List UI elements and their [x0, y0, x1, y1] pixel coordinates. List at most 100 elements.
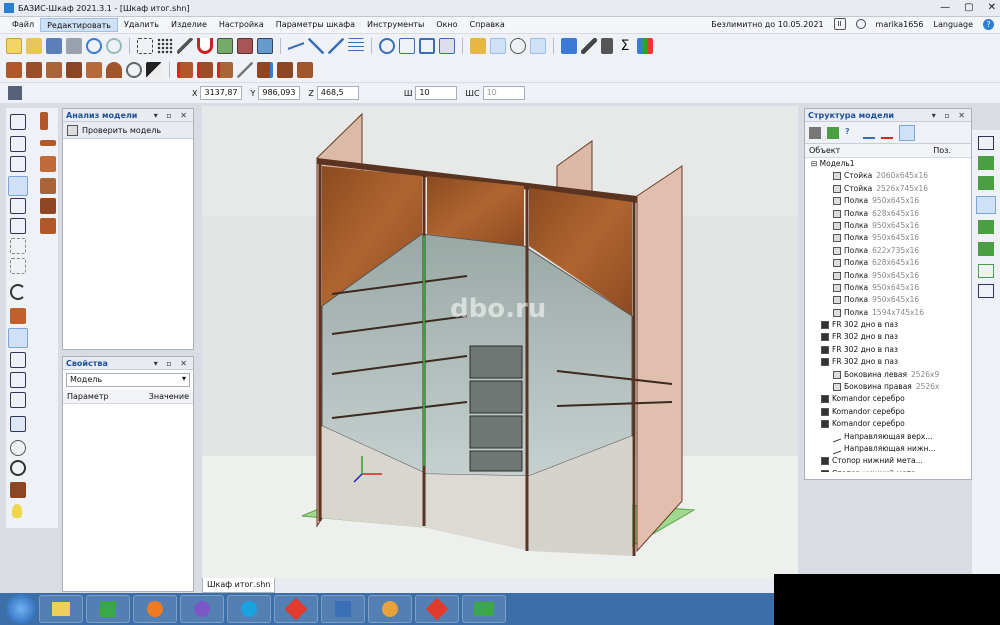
save-icon[interactable] [46, 38, 62, 54]
menu-tools[interactable]: Инструменты [361, 18, 430, 32]
grid-icon[interactable] [157, 38, 173, 54]
tree-item[interactable]: FR 302 дно в паз [811, 344, 971, 356]
tree-item[interactable]: Направляющая нижн... [811, 443, 971, 455]
view-front-icon[interactable] [10, 114, 26, 130]
check-icon[interactable] [10, 460, 26, 476]
redo-icon[interactable] [106, 38, 122, 54]
tree-item[interactable]: Полка 628x645x16 [811, 257, 971, 269]
view-left-icon[interactable] [10, 156, 26, 172]
z-coordinate-input[interactable]: 468,5 [316, 86, 359, 100]
render-wire-icon[interactable] [10, 352, 26, 368]
cube-red-icon[interactable] [237, 38, 253, 54]
right-tool-icon[interactable] [976, 196, 996, 214]
view-persp-icon[interactable] [10, 258, 26, 274]
cut-panel-icon[interactable] [177, 62, 193, 78]
tree-item[interactable]: Полка 950x645x16 [811, 220, 971, 232]
groove-icon[interactable] [197, 62, 213, 78]
help-icon[interactable]: ? [983, 18, 994, 30]
tree-item[interactable]: Полка 950x645x16 [811, 270, 971, 282]
print-icon[interactable] [66, 38, 82, 54]
move-panel-icon[interactable] [257, 62, 273, 78]
tree-item[interactable]: Стопор нижний мета... [811, 468, 971, 472]
taskbar-skype[interactable] [227, 595, 271, 623]
zoom-window-icon[interactable] [399, 38, 415, 54]
tree-item[interactable]: Стойка 2060x645x16 [811, 170, 971, 182]
taskbar-chrome[interactable] [368, 595, 412, 623]
render-edges-icon[interactable] [10, 392, 26, 408]
tree-item[interactable]: Komandor серебро [811, 393, 971, 405]
minimize-button[interactable]: — [940, 2, 950, 13]
frame-icon[interactable] [439, 38, 455, 54]
people-icon[interactable] [637, 38, 653, 54]
search-icon[interactable] [530, 38, 546, 54]
undo-icon[interactable] [86, 38, 102, 54]
right-tool-icon[interactable] [978, 242, 994, 256]
panel-controls[interactable]: ▾ ▫ ✕ [932, 109, 968, 122]
cube-blue-icon[interactable] [257, 38, 273, 54]
right-tool-icon[interactable] [978, 284, 994, 298]
render-textured-icon[interactable] [8, 328, 28, 348]
grid-panel-icon[interactable] [40, 218, 56, 234]
link-icon[interactable] [863, 127, 875, 139]
profile-icon[interactable] [277, 62, 293, 78]
view-right-icon[interactable] [10, 218, 26, 234]
language-menu[interactable]: Language [934, 20, 973, 29]
render-hidden-icon[interactable] [10, 372, 26, 388]
tree-item[interactable]: FR 302 дно в паз [811, 319, 971, 331]
sigma-icon[interactable]: Σ [617, 38, 633, 54]
tree-item[interactable]: Komandor серебро [811, 418, 971, 430]
y-coordinate-input[interactable]: 986,093 [258, 86, 301, 100]
close-button[interactable]: ✕ [988, 2, 996, 13]
box-tool-icon[interactable] [26, 62, 42, 78]
tree-item[interactable]: FR 302 дно в паз [811, 331, 971, 343]
right-tool-icon[interactable] [978, 136, 994, 150]
pencil-icon[interactable] [177, 38, 193, 54]
tree-item[interactable]: Полка 1594x745x16 [811, 307, 971, 319]
unlink-icon[interactable] [881, 127, 893, 139]
tree-item[interactable]: Полка 950x645x16 [811, 294, 971, 306]
menu-cabinet-params[interactable]: Параметры шкафа [270, 18, 361, 32]
taskbar-basis[interactable] [86, 595, 130, 623]
material-icon[interactable] [470, 38, 486, 54]
view-back-icon[interactable] [10, 198, 26, 214]
view-iso-icon[interactable] [8, 176, 28, 196]
section-icon[interactable] [10, 416, 26, 432]
tree-item[interactable]: Komandor серебро [811, 406, 971, 418]
fastener-tool-icon[interactable] [126, 62, 142, 78]
tree-root[interactable]: ⊟ Модель1 [811, 158, 971, 170]
panel-tool-icon[interactable] [6, 62, 22, 78]
tree-item[interactable]: Стопор нижний мета... [811, 455, 971, 467]
hole-icon[interactable] [237, 62, 253, 78]
light-bulb-icon[interactable] [12, 504, 22, 518]
drawer-tool-icon[interactable] [46, 62, 62, 78]
user-name[interactable]: marika1656 [876, 20, 924, 29]
axes-icon[interactable] [308, 38, 324, 54]
menu-product[interactable]: Изделие [165, 18, 213, 32]
arc-tool-icon[interactable] [106, 62, 122, 78]
question-icon[interactable]: ? [845, 127, 857, 139]
view-icon[interactable] [490, 38, 506, 54]
pause-icon[interactable]: II [833, 18, 846, 30]
zoom-icon[interactable] [379, 38, 395, 54]
front-panel-icon[interactable] [40, 156, 56, 172]
tree-item[interactable]: FR 302 дно в паз [811, 356, 971, 368]
open-icon[interactable] [26, 38, 42, 54]
angle-icon[interactable] [288, 38, 304, 54]
orbit-icon[interactable] [10, 440, 26, 456]
taskbar-anydesk-2[interactable] [415, 595, 459, 623]
tree-item[interactable]: Стойка 2526x745x16 [811, 183, 971, 195]
tree-item[interactable]: Полка 622x735x16 [811, 245, 971, 257]
check-model-button[interactable]: Проверить модель [63, 122, 193, 139]
right-tool-icon[interactable] [978, 156, 994, 170]
notch-icon[interactable] [217, 62, 233, 78]
taskbar-explorer[interactable] [39, 595, 83, 623]
tree-item[interactable]: Боковина левая 2526x9 [811, 369, 971, 381]
door-tool-icon[interactable] [66, 62, 82, 78]
menu-help[interactable]: Справка [464, 18, 511, 32]
maximize-button[interactable]: ▢ [964, 2, 973, 13]
tree-item[interactable]: Полка 950x645x16 [811, 282, 971, 294]
menu-delete[interactable]: Удалить [118, 18, 165, 32]
tree-item[interactable]: Направляющая верх... [811, 431, 971, 443]
tree-item[interactable]: Полка 628x645x16 [811, 208, 971, 220]
taskbar-basis-2[interactable] [462, 595, 506, 623]
